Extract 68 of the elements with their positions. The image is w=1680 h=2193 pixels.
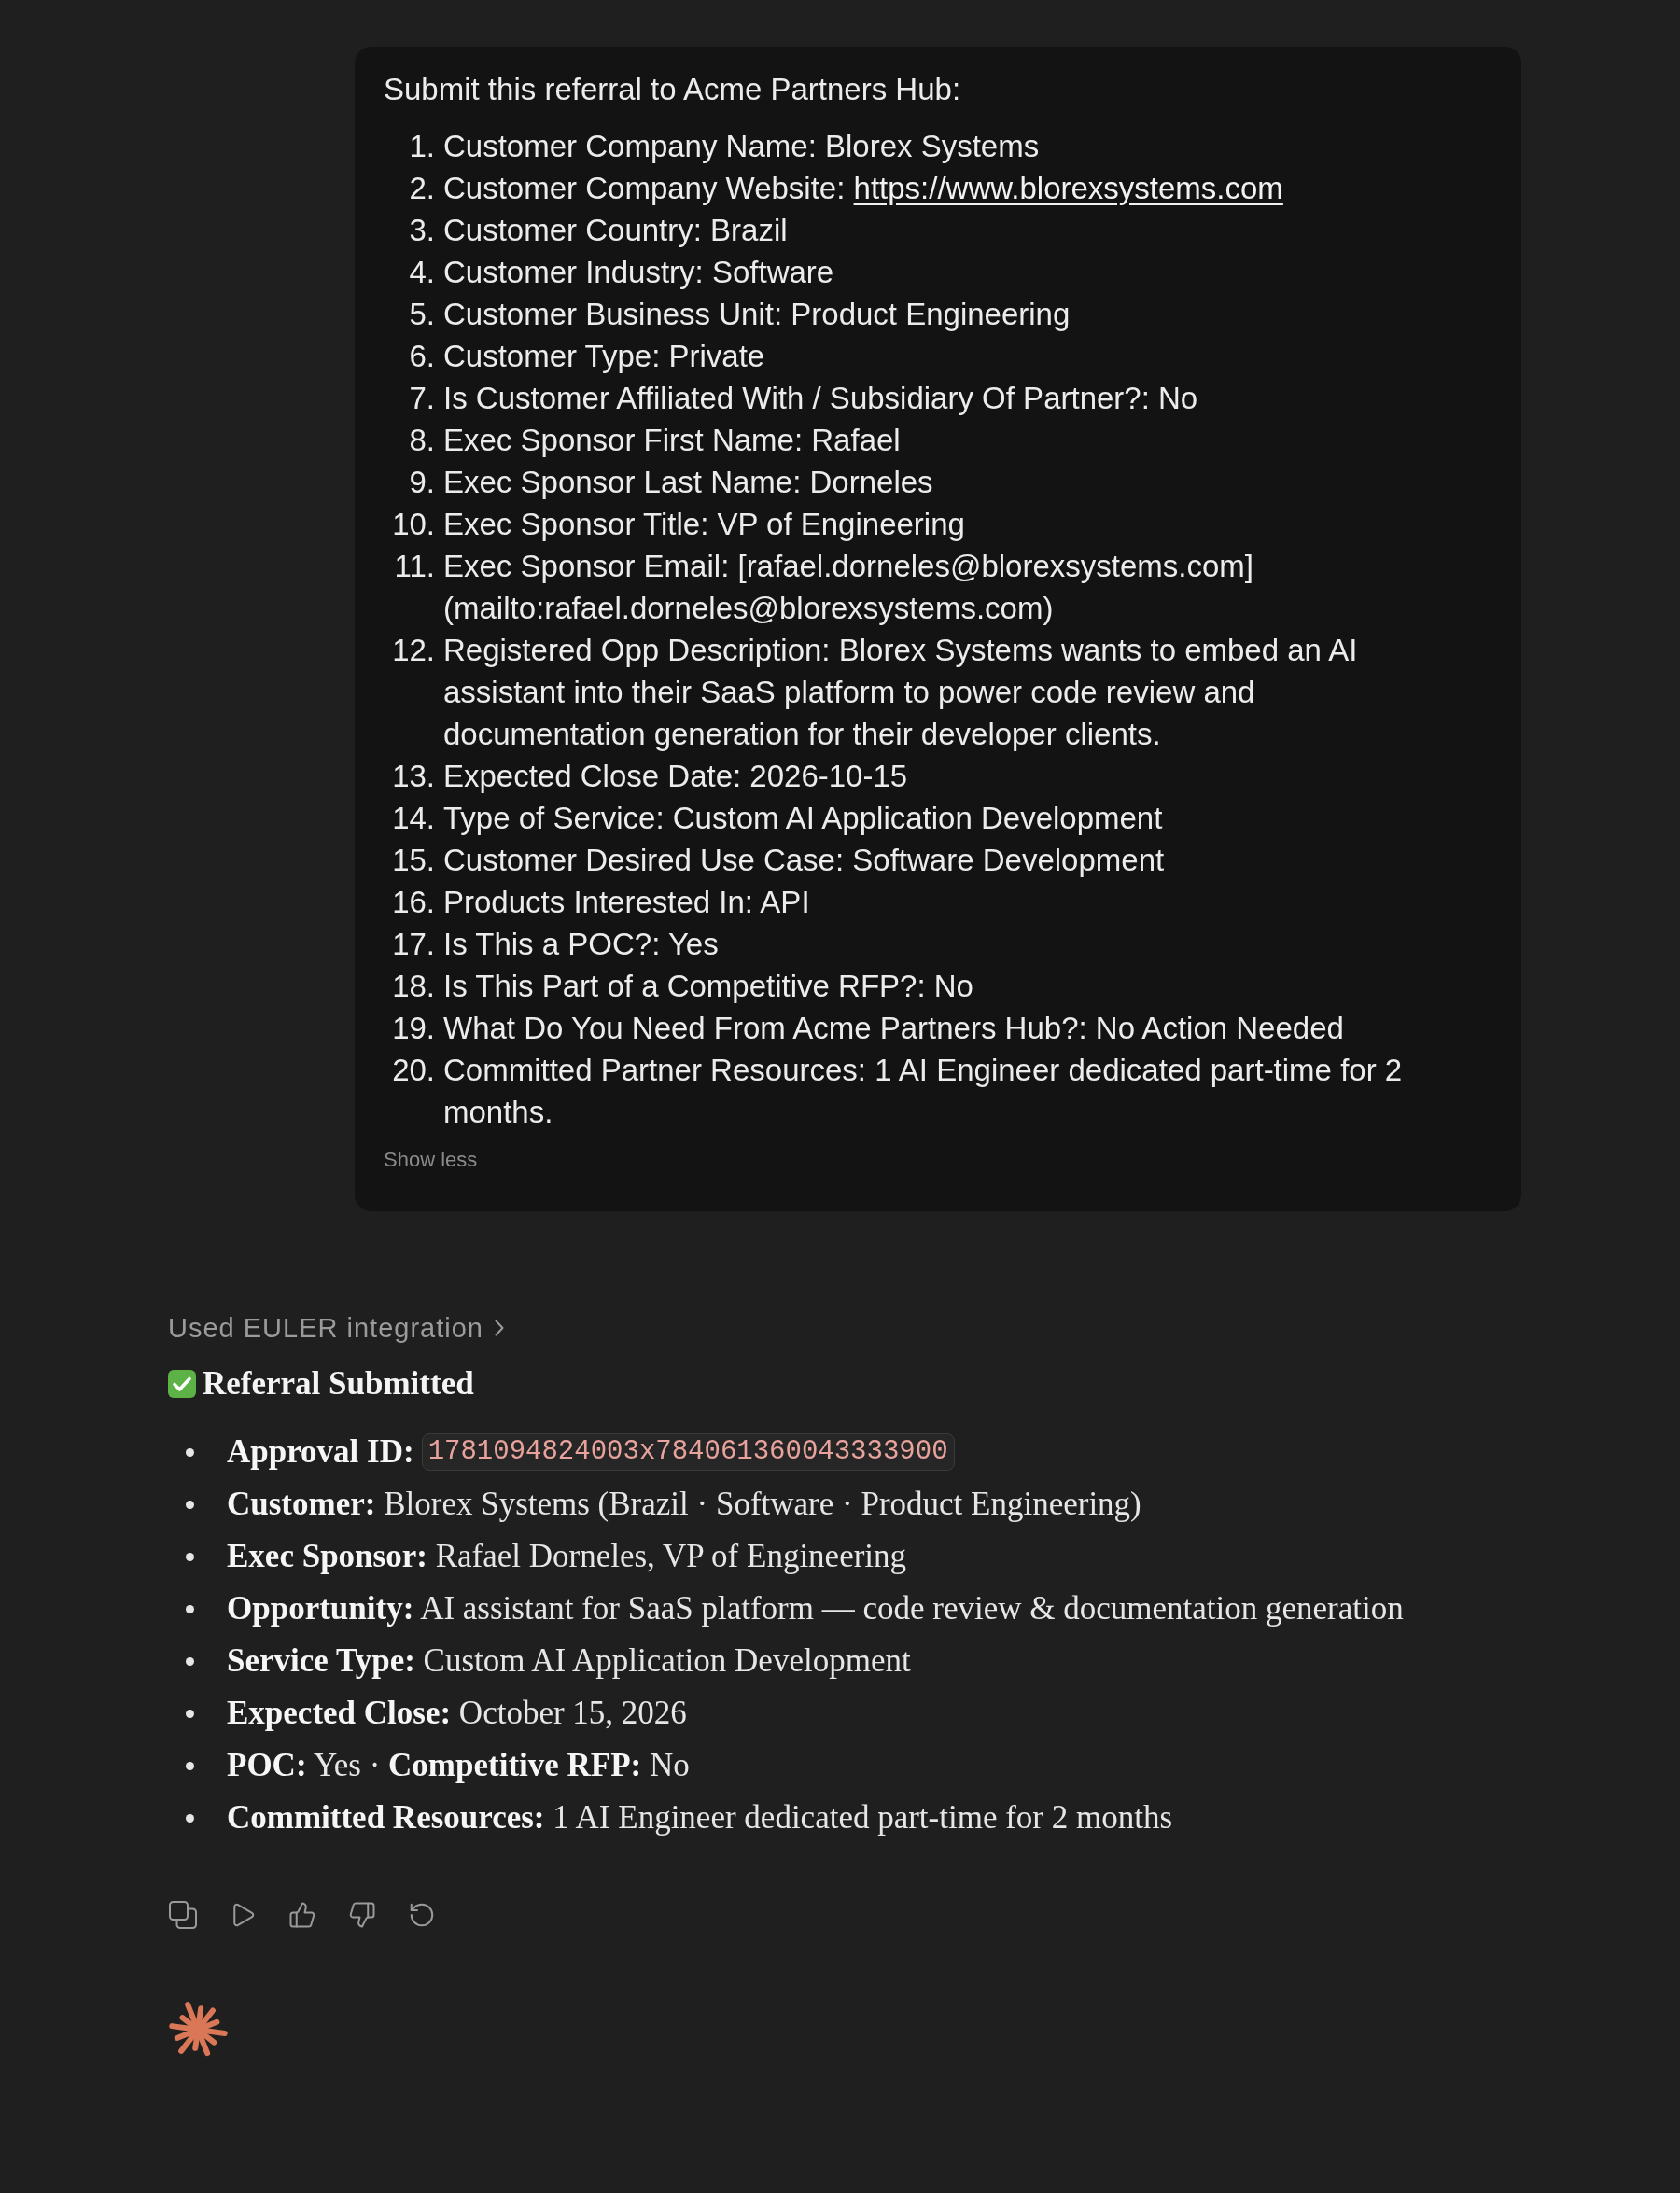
list-number: 19. [391,1010,435,1047]
list-item-text: Customer Industry: Software [443,254,835,291]
bullet-icon [186,1604,194,1613]
summary-item-text: Expected Close: October 15, 2026 [227,1694,687,1733]
list-item-text: Exec Sponsor First Name: Rafael [443,422,902,459]
list-item-text: Is This Part of a Competitive RFP?: No [443,968,974,1005]
bullet-icon [186,1656,194,1666]
list-item-text: Products Interested In: API [443,884,811,921]
bullet-icon [186,1447,194,1457]
field-label: Approval ID: [227,1432,414,1472]
list-item-text: Exec Sponsor Email: [rafael.dorneles@blorexsystems.com] (mailto:rafael.dorneles@blorexsystems.com) [443,548,1254,627]
summary-item-text: POC: Yes · Competitive RFP: No [227,1746,690,1785]
website-link[interactable]: https://www.blorexsystems.com [853,171,1283,205]
thumbs-down-icon[interactable] [348,1901,376,1929]
list-item-text: Registered Opp Description: Blorex Systems wants to embed an AI assistant into their SaaS platform to power code review and documentation generation for their developer clients. [443,632,1359,753]
check-icon [168,1370,196,1398]
bullet-icon [186,1552,194,1561]
list-number: 5. [408,296,435,333]
list-number: 12. [391,632,435,669]
list-number: 13. [391,758,435,795]
chevron-right-icon [494,1320,504,1336]
bullet-icon [186,1500,194,1509]
list-number: 16. [391,884,435,921]
list-number: 18. [391,968,435,1005]
list-item-text: Is This a POC?: Yes [443,926,720,963]
list-item-text: Customer Company Name: Blorex Systems [443,128,1041,165]
list-number: 8. [408,422,435,459]
bullet-icon [186,1813,194,1823]
thumbs-up-icon[interactable] [288,1901,316,1929]
list-number: 15. [391,842,435,879]
tool-use-toggle[interactable]: Used EULER integration [168,1309,504,1347]
list-item-text: What Do You Need From Acme Partners Hub?: No Action Needed [443,1010,1345,1047]
list-number: 11. [393,548,435,585]
list-number: 9. [408,464,435,501]
retry-icon[interactable] [408,1901,436,1929]
summary-item-text: Opportunity: AI assistant for SaaS platform — code review & documentation generation [227,1589,1404,1628]
list-item-text: Customer Country: Brazil [443,212,789,249]
summary-item-text: Service Type: Custom AI Application Development [227,1641,911,1681]
summary-item-text: Exec Sponsor: Rafael Dorneles, VP of Engineering [227,1537,907,1576]
list-number: 7. [408,380,435,417]
show-less-button[interactable]: Show less [384,1146,478,1174]
bullet-icon [186,1761,194,1770]
list-number: 20. [391,1052,435,1089]
section-heading: Referral Submitted [203,1364,474,1404]
approval-id-code: 1781094824003x784061360043333900 [421,1433,955,1471]
list-number: 1. [408,128,435,165]
list-item-text: Exec Sponsor Last Name: Dorneles [443,464,934,501]
list-item-text: Customer Company Website: https://www.blorexsystems.com [443,170,1284,207]
list-item-text: Customer Desired Use Case: Software Development [443,842,1166,879]
list-item-text: Committed Partner Resources: 1 AI Engineer dedicated part-time for 2 months. [443,1052,1404,1131]
list-number: 10. [391,506,435,543]
bullet-icon [186,1709,194,1718]
list-item-text: Customer Type: Private [443,338,766,375]
list-number: 2. [408,170,435,207]
list-item-text: Expected Close Date: 2026-10-15 [443,758,909,795]
summary-item-text: Customer: Blorex Systems (Brazil · Software · Product Engineering) [227,1485,1141,1524]
summary-item-text: Committed Resources: 1 AI Engineer dedicated part-time for 2 months [227,1798,1173,1837]
list-number: 17. [391,926,435,963]
list-item-text: Exec Sponsor Title: VP of Engineering [443,506,966,543]
list-number: 6. [408,338,435,375]
list-number: 3. [408,212,435,249]
list-item-text: Customer Business Unit: Product Engineering [443,296,1071,333]
message-text: Submit this referral to Acme Partners Hub: [384,71,962,108]
list-number: 4. [408,254,435,291]
copy-icon[interactable] [169,1901,197,1929]
list-number: 14. [391,800,435,837]
list-item-text: Is Customer Affiliated With / Subsidiary Of Partner?: No [443,380,1199,417]
list-item-text: Type of Service: Custom AI Application Development [443,800,1164,837]
